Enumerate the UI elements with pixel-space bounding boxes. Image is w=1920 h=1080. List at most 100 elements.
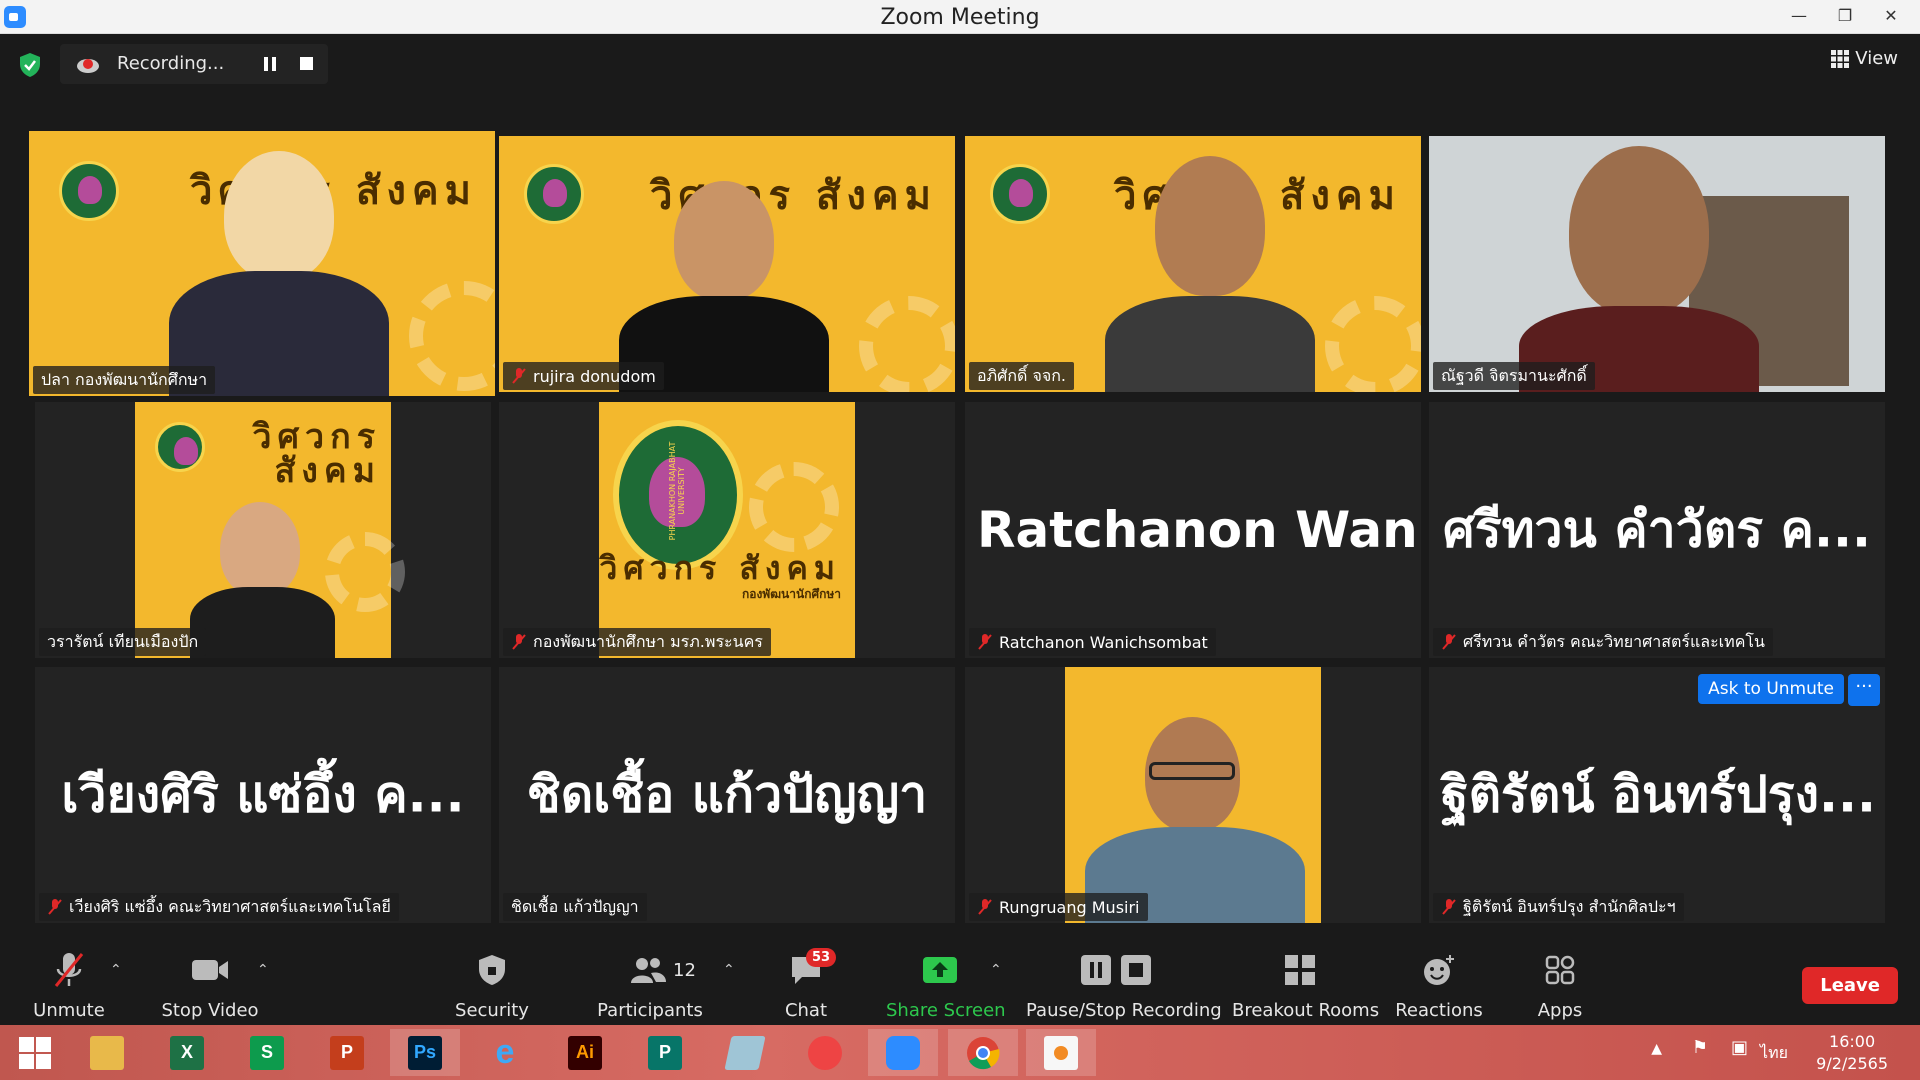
participant-name-tag: อภิศักดิ์ จจก.: [969, 362, 1074, 390]
participant-tile-1[interactable]: วิศวกร สังคม ปลา กองพัฒนานักศึกษา: [29, 131, 495, 396]
stop-recording-icon[interactable]: [300, 57, 313, 70]
show-hidden-icons-icon[interactable]: ▲: [1651, 1041, 1662, 1057]
powerpoint-icon: P: [330, 1035, 364, 1070]
muted-mic-icon: [978, 899, 992, 915]
taskbar-file-explorer[interactable]: [72, 1029, 142, 1076]
pause-icon: [1081, 955, 1111, 985]
photoshop-icon: Ps: [408, 1035, 442, 1070]
reactions-button[interactable]: Reactions: [1395, 948, 1483, 1021]
participant-video: วิศวกร สังคม: [499, 136, 955, 392]
muted-mic-icon: [1442, 634, 1456, 650]
share-options-caret-icon[interactable]: ⌃: [990, 962, 1002, 978]
participant-name-tag: Ratchanon Wanichsombat: [969, 628, 1216, 656]
title-bar: Zoom Meeting — ❐ ✕: [0, 0, 1920, 34]
audio-options-caret-icon[interactable]: ⌃: [110, 962, 122, 978]
cloud-recording-icon: [77, 59, 99, 73]
breakout-rooms-button[interactable]: Breakout Rooms: [1232, 948, 1379, 1021]
chat-button[interactable]: 53 Chat: [776, 948, 837, 1021]
unmute-button[interactable]: Unmute: [30, 948, 108, 1021]
participant-name-tag: ศรีทวน คำวัตร คณะวิทยาศาสตร์และเทคโน: [1433, 628, 1773, 656]
close-icon[interactable]: ✕: [1868, 0, 1914, 34]
participant-name-tag: Rungruang Musiri: [969, 893, 1148, 921]
participants-caret-icon[interactable]: ⌃: [723, 962, 735, 978]
participant-name-tag: ฐิติรัตน์ อินทร์ปรุง สำนักศิลปะฯ: [1433, 893, 1684, 921]
network-icon[interactable]: ▣: [1731, 1037, 1748, 1058]
taskbar-excel[interactable]: X: [152, 1029, 222, 1076]
taskbar-photoscape[interactable]: [790, 1029, 860, 1076]
input-language[interactable]: ไทย: [1760, 1041, 1788, 1066]
windows-taskbar: X S P Ps e Ai P ▲ ⚑ ▣ ไทย 16:00 9/2/2565: [0, 1025, 1920, 1080]
participant-video: PHRANAKHON RAJABHAT UNIVERSITY วิศวกร สั…: [599, 402, 855, 658]
banner-text: วิศวกร สังคม กองพัฒนานักศึกษา: [599, 549, 841, 601]
participant-tile-12[interactable]: Ask to Unmute ··· ฐิติรัตน์ อินทร์ปรุง..…: [1429, 667, 1885, 923]
folder-icon: [90, 1035, 124, 1070]
participant-tile-11[interactable]: Rungruang Musiri: [965, 667, 1421, 923]
participant-name-tag: ชิดเชื้อ แก้วปัญญา: [503, 893, 647, 921]
participant-display-name: ฐิติรัตน์ อินทร์ปรุง...: [1441, 765, 1876, 824]
windows-logo-icon: [19, 1036, 51, 1069]
system-clock[interactable]: 16:00 9/2/2565: [1816, 1031, 1888, 1075]
zoom-icon: [886, 1035, 920, 1070]
taskbar-powerpoint[interactable]: P: [312, 1029, 382, 1076]
paint-icon: [1044, 1035, 1078, 1070]
apps-icon: [1545, 955, 1575, 985]
share-screen-icon: [923, 957, 957, 983]
pause-recording-icon[interactable]: [258, 52, 282, 76]
security-shield-icon: [479, 955, 505, 985]
participant-name-tag: rujira donudom: [503, 362, 664, 390]
security-button[interactable]: Security: [450, 948, 534, 1021]
share-screen-button[interactable]: Share Screen: [886, 948, 1006, 1021]
action-center-flag-icon[interactable]: ⚑: [1692, 1037, 1708, 1058]
university-seal-icon: [990, 164, 1050, 224]
chat-unread-badge: 53: [806, 948, 837, 967]
participant-tile-8[interactable]: ศรีทวน คำวัตร ค... ศรีทวน คำวัตร คณะวิทย…: [1429, 402, 1885, 658]
encryption-shield-icon[interactable]: [18, 52, 42, 78]
illustrator-icon: Ai: [568, 1035, 602, 1070]
taskbar-zoom[interactable]: [868, 1029, 938, 1076]
video-options-caret-icon[interactable]: ⌃: [257, 962, 269, 978]
pause-stop-recording-button[interactable]: Pause/Stop Recording: [1026, 948, 1222, 1021]
restore-icon[interactable]: ❐: [1822, 0, 1868, 34]
view-button[interactable]: View: [1831, 48, 1898, 69]
participant-name-tag: เวียงศิริ แซ่อึ้ง คณะวิทยาศาสตร์และเทคโน…: [39, 893, 399, 921]
participants-button[interactable]: 12 Participants: [597, 948, 703, 1021]
taskbar-project[interactable]: P: [630, 1029, 700, 1076]
minimize-icon[interactable]: —: [1776, 0, 1822, 34]
participant-tile-2[interactable]: วิศวกร สังคม rujira donudom: [499, 136, 955, 392]
muted-mic-icon: [54, 953, 84, 987]
participant-tile-7[interactable]: Ratchanon Wani... Ratchanon Wanichsombat: [965, 402, 1421, 658]
taskbar-paint[interactable]: [1026, 1029, 1096, 1076]
store-icon: S: [250, 1035, 284, 1070]
participant-tile-3[interactable]: วิศวกร สังคม อภิศักดิ์ จจก.: [965, 136, 1421, 392]
recording-label: Recording...: [117, 53, 225, 74]
participant-tile-6[interactable]: PHRANAKHON RAJABHAT UNIVERSITY วิศวกร สั…: [499, 402, 955, 658]
leave-meeting-button[interactable]: Leave: [1802, 967, 1898, 1004]
photoscape-icon: [808, 1035, 842, 1070]
meeting-toolbar: Unmute ⌃ Stop Video ⌃ Security 12 Partic…: [0, 940, 1920, 1025]
participant-display-name: ชิดเชื้อ แก้วปัญญา: [526, 765, 928, 824]
participant-display-name: เวียงศิริ แซ่อึ้ง ค...: [61, 765, 465, 824]
participant-video: [1065, 667, 1321, 923]
muted-mic-icon: [1442, 899, 1456, 915]
start-button[interactable]: [0, 1029, 70, 1076]
taskbar-photoshop[interactable]: Ps: [390, 1029, 460, 1076]
taskbar-chrome[interactable]: [948, 1029, 1018, 1076]
university-seal-icon: [59, 161, 119, 221]
banner-text: วิศวกร สังคม: [252, 417, 381, 491]
taskbar-internet-explorer[interactable]: e: [470, 1029, 540, 1076]
more-options-button[interactable]: ···: [1848, 674, 1880, 706]
taskbar-publisher[interactable]: S: [232, 1029, 302, 1076]
stop-video-button[interactable]: Stop Video: [160, 948, 260, 1021]
ask-to-unmute-button[interactable]: Ask to Unmute: [1698, 674, 1844, 704]
apps-button[interactable]: Apps: [1536, 948, 1584, 1021]
participant-tile-10[interactable]: ชิดเชื้อ แก้วปัญญา ชิดเชื้อ แก้วปัญญา: [499, 667, 955, 923]
participant-tile-9[interactable]: เวียงศิริ แซ่อึ้ง ค... เวียงศิริ แซ่อึ้ง…: [35, 667, 491, 923]
participant-tile-4[interactable]: ณัฐวดี จิตรมานะศักดิ์: [1429, 136, 1885, 392]
muted-mic-icon: [48, 899, 62, 915]
breakout-rooms-icon: [1285, 955, 1315, 985]
taskbar-illustrator[interactable]: Ai: [550, 1029, 620, 1076]
taskbar-notes[interactable]: [710, 1029, 780, 1076]
participant-tile-5[interactable]: วิศวกร สังคม วรารัตน์ เทียนเมืองปัก: [35, 402, 491, 658]
internet-explorer-icon: e: [495, 1033, 515, 1071]
window-title: Zoom Meeting: [880, 5, 1040, 30]
